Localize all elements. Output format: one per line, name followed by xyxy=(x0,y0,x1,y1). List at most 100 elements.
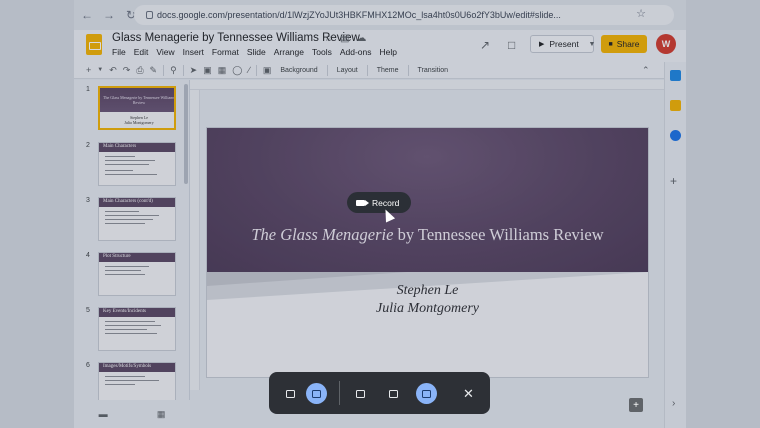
slide-thumbnail[interactable]: Key Events/Incidents xyxy=(98,307,176,351)
present-label: Present xyxy=(549,39,579,49)
present-button[interactable]: ▶ Present xyxy=(530,35,594,53)
shape-icon[interactable]: ◯ xyxy=(232,65,242,76)
undo-icon[interactable]: ↶ xyxy=(109,65,117,76)
comments-icon[interactable]: □ xyxy=(508,38,515,52)
slide-subtitle[interactable]: Stephen Le Julia Montgomery xyxy=(227,282,628,318)
lock-icon: ■ xyxy=(608,40,613,48)
close-icon: ✕ xyxy=(463,385,474,401)
collapse-chevron-icon[interactable]: ⌃ xyxy=(642,65,650,76)
thumb-line xyxy=(105,219,153,220)
back-icon[interactable]: ← xyxy=(78,6,96,24)
screenshot-mode-button[interactable] xyxy=(280,383,301,404)
layout-button[interactable]: Layout xyxy=(337,67,358,74)
thumb-line xyxy=(105,266,149,267)
share-label: Share xyxy=(616,39,640,49)
new-slide-icon[interactable]: + xyxy=(86,65,91,75)
activity-icon[interactable]: ↗ xyxy=(480,38,490,52)
url-text: docs.google.com/presentation/d/1lWzjZYoJ… xyxy=(157,10,561,20)
slide-number: 1 xyxy=(86,86,90,93)
menu-file[interactable]: File xyxy=(112,47,126,57)
present-dropdown-icon[interactable]: ▼ xyxy=(586,35,598,53)
star-icon[interactable]: ☆ xyxy=(324,33,333,44)
theme-button[interactable]: Theme xyxy=(377,67,399,74)
line-icon[interactable]: ∕ xyxy=(248,65,250,75)
slides-header: Glass Menagerie by Tennessee Williams Re… xyxy=(74,30,686,62)
redo-icon[interactable]: ↷ xyxy=(123,65,131,76)
print-icon[interactable]: ⎙ xyxy=(136,65,143,76)
menu-view[interactable]: View xyxy=(156,47,174,57)
expand-panel-icon[interactable]: › xyxy=(672,398,675,409)
image-icon[interactable]: ▦ xyxy=(218,65,227,76)
close-capture-button[interactable]: ✕ xyxy=(458,383,479,404)
explore-icon[interactable]: + xyxy=(629,398,643,412)
background-button[interactable]: Background xyxy=(280,67,317,74)
cloud-icon[interactable]: ☁ xyxy=(356,33,366,44)
partial-capture-button[interactable] xyxy=(383,383,404,404)
avatar[interactable]: W xyxy=(656,34,676,54)
filmstrip-slide-1[interactable]: 1 The Glass Menagerie by Tennessee Willi… xyxy=(74,80,190,130)
comment-add-icon[interactable]: ▣ xyxy=(263,65,272,76)
menu-tools[interactable]: Tools xyxy=(312,47,332,57)
slide-thumbnail[interactable]: The Glass Menagerie by Tennessee William… xyxy=(98,86,176,130)
paint-format-icon[interactable]: ✎ xyxy=(150,65,158,76)
url-bar[interactable]: docs.google.com/presentation/d/1lWzjZYoJ… xyxy=(134,5,674,25)
thumb-line xyxy=(105,329,147,330)
address-bar-area: ← → ↻ docs.google.com/presentation/d/1lW… xyxy=(74,0,686,30)
left-ruler xyxy=(190,90,200,390)
thumb-title: Main Characters (cont'd) xyxy=(103,199,153,204)
sheets-icon[interactable] xyxy=(670,70,681,81)
select-icon[interactable]: ➤ xyxy=(190,65,198,76)
textbox-icon[interactable]: ▣ xyxy=(203,65,212,76)
divider xyxy=(326,64,328,76)
menu-format[interactable]: Format xyxy=(212,47,239,57)
dropdown-icon[interactable]: ▼ xyxy=(97,67,103,73)
toolbar: + ▼ ↶ ↷ ⎙ ✎ ⚲ ➤ ▣ ▦ ◯ ∕ ▣ Background Lay… xyxy=(74,62,686,79)
add-addon-icon[interactable]: + xyxy=(670,174,677,188)
slide-thumbnail[interactable]: Plot Structure xyxy=(98,252,176,296)
menu-arrange[interactable]: Arrange xyxy=(274,47,304,57)
filmstrip-slide-6[interactable]: 6 Images/Motifs/Symbols xyxy=(74,356,190,406)
move-folder-icon[interactable]: ▤ xyxy=(340,33,349,44)
thumb-line xyxy=(105,164,149,165)
top-ruler xyxy=(190,80,664,90)
filmstrip-slide-4[interactable]: 4 Plot Structure xyxy=(74,246,190,296)
filmstrip-slide-3[interactable]: 3 Main Characters (cont'd) xyxy=(74,191,190,241)
document-title[interactable]: Glass Menagerie by Tennessee Williams Re… xyxy=(112,32,360,44)
grid-view-icon[interactable]: ▦ xyxy=(157,409,166,420)
slide-thumbnail[interactable]: Main Characters (cont'd) xyxy=(98,197,176,241)
forward-icon[interactable]: → xyxy=(100,6,118,24)
slide-thumbnail[interactable]: Main Characters xyxy=(98,142,176,186)
record-button[interactable]: Record xyxy=(347,192,411,213)
screen-record-icon xyxy=(312,389,321,398)
slide-number: 6 xyxy=(86,362,90,369)
slide-title-rest: by Tennessee Williams Review xyxy=(393,225,604,244)
filmstrip-footer: ▬ ▦ xyxy=(74,400,190,428)
slide-title[interactable]: The Glass Menagerie by Tennessee William… xyxy=(227,224,628,245)
screen-record-mode-button[interactable] xyxy=(306,383,327,404)
filmstrip-slide-5[interactable]: 5 Key Events/Incidents xyxy=(74,301,190,351)
screenshot-icon xyxy=(286,389,295,398)
slides-logo-icon[interactable] xyxy=(86,34,102,55)
current-slide[interactable]: The Glass Menagerie by Tennessee William… xyxy=(207,128,648,377)
thumb-line xyxy=(105,325,161,326)
menu-slide[interactable]: Slide xyxy=(247,47,266,57)
share-button[interactable]: ■ Share xyxy=(601,35,647,53)
window-capture-button[interactable] xyxy=(416,383,437,404)
filmstrip-view-icon[interactable]: ▬ xyxy=(99,409,108,419)
menu-help[interactable]: Help xyxy=(380,47,397,57)
record-label: Record xyxy=(372,197,400,208)
menu-addons[interactable]: Add-ons xyxy=(340,47,372,57)
bookmark-star-icon[interactable]: ☆ xyxy=(636,7,646,20)
thumb-line xyxy=(105,376,145,377)
fullscreen-capture-button[interactable] xyxy=(350,383,371,404)
transition-button[interactable]: Transition xyxy=(418,67,448,74)
tasks-icon[interactable] xyxy=(670,130,681,141)
menu-insert[interactable]: Insert xyxy=(183,47,204,57)
menu-edit[interactable]: Edit xyxy=(134,47,149,57)
zoom-icon[interactable]: ⚲ xyxy=(170,65,177,76)
keep-icon[interactable] xyxy=(670,100,681,111)
filmstrip-slide-2[interactable]: 2 Main Characters xyxy=(74,136,190,186)
thumb-line xyxy=(105,156,135,157)
fullscreen-icon xyxy=(356,389,365,398)
slide-title-band xyxy=(207,128,648,272)
